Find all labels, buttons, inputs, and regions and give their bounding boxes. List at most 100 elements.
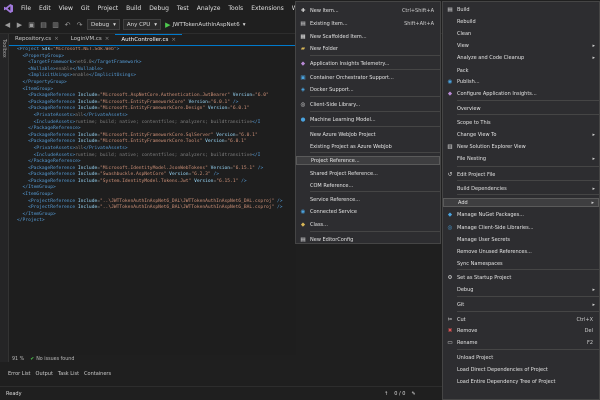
pencil-icon[interactable]: ✎ — [411, 391, 415, 397]
bottom-tab-task-list[interactable]: Task List — [58, 371, 79, 377]
context-menu-item[interactable]: ◎ Manage Client-Side Libraries... — [443, 223, 599, 232]
menu-debug[interactable]: Debug — [145, 5, 173, 12]
back-icon[interactable]: ◀ — [3, 20, 12, 29]
code-token: "6.0.1" — [238, 132, 258, 138]
add-menu-item[interactable]: ◉ Connected Service — [296, 207, 440, 216]
add-menu-item[interactable]: ▦ New Scaffolded Item... — [296, 32, 440, 41]
run-button[interactable]: ▶ JWTTokenAuthInAspNet6 ▾ — [165, 21, 245, 29]
issues-status[interactable]: No issues found — [36, 357, 74, 362]
context-menu-item[interactable]: Git ▸ — [443, 300, 599, 309]
context-menu-item[interactable]: Overview — [443, 104, 599, 113]
code-token: <PackageReference — [17, 178, 78, 184]
menu-git[interactable]: Git — [77, 5, 94, 12]
context-menu-item[interactable]: Analyze and Code Cleanup ▸ — [443, 53, 599, 62]
add-menu-item[interactable]: Shared Project Reference... — [296, 169, 440, 178]
menu-analyze[interactable]: Analyze — [193, 5, 225, 12]
add-menu-item[interactable]: Project Reference... — [296, 156, 440, 165]
context-menu-item[interactable]: ↺ Edit Project File — [443, 170, 599, 179]
context-menu-item[interactable]: View ▸ — [443, 41, 599, 50]
add-menu-item[interactable]: ▣ Container Orchestrator Support... — [296, 73, 440, 82]
context-menu-item[interactable]: ◆ Configure Application Insights... — [443, 89, 599, 98]
forward-icon[interactable]: ▶ — [15, 20, 24, 29]
save-all-icon[interactable]: ▥ — [51, 20, 60, 29]
menu-project[interactable]: Project — [94, 5, 123, 12]
add-menu-item[interactable]: ✚ New Item... Ctrl+Shift+A — [296, 6, 440, 15]
context-menu-item[interactable]: Unload Project — [443, 353, 599, 362]
menu-view[interactable]: View — [55, 5, 77, 12]
add-menu-item[interactable]: ◎ Client-Side Library... — [296, 100, 440, 109]
save-icon[interactable]: ▤ — [39, 20, 48, 29]
context-menu-item[interactable]: Clean — [443, 29, 599, 38]
menu-item-label: Set as Startup Project — [457, 274, 512, 281]
context-menu-item[interactable]: Scope to This — [443, 118, 599, 127]
context-menu-item[interactable]: Load Entire Dependency Tree of Project — [443, 377, 599, 386]
new-file-icon[interactable]: ▣ — [27, 20, 36, 29]
context-menu-item[interactable]: Pack — [443, 66, 599, 75]
context-menu-item[interactable]: ✖ Remove Del — [443, 326, 599, 335]
document-tab[interactable]: LoginVM.cs × — [65, 34, 116, 45]
menu-item-label: Shared Project Reference... — [310, 170, 378, 177]
undo-icon[interactable]: ↶ — [63, 20, 72, 29]
insights-icon: ◆ — [447, 90, 453, 97]
toolbox-sidebar[interactable]: Toolbox — [0, 34, 9, 362]
context-menu-item[interactable]: Rebuild — [443, 17, 599, 26]
context-menu-item[interactable]: Build Dependencies ▸ — [443, 184, 599, 193]
context-menu-item[interactable]: Change View To ▸ — [443, 130, 599, 139]
configuration-dropdown[interactable]: Debug ▾ — [87, 19, 120, 30]
code-editor[interactable]: <Project Sdk="Microsoft.NET.Sdk.Web"> <P… — [9, 47, 296, 355]
document-tab[interactable]: AuthController.cs × — [115, 34, 182, 45]
context-menu-item[interactable]: ⚙ Set as Startup Project — [443, 273, 599, 282]
bottom-tab-containers[interactable]: Containers — [84, 371, 111, 377]
menu-item-label: Debug — [457, 286, 474, 293]
menu-extensions[interactable]: Extensions — [247, 5, 288, 12]
add-menu-item[interactable]: COM Reference... — [296, 181, 440, 190]
add-menu-item[interactable]: Service Reference... — [296, 195, 440, 204]
code-token: Version — [205, 106, 228, 112]
context-menu-item[interactable]: Manage User Secrets — [443, 235, 599, 244]
context-menu-item[interactable]: ◉ Publish... — [443, 77, 599, 86]
document-tab[interactable]: Repository.cs × — [9, 34, 65, 45]
context-menu-item[interactable]: Add ▸ — [443, 198, 599, 207]
add-menu-item[interactable]: Existing Project as Azure WebJob — [296, 142, 440, 151]
zoom-level[interactable]: 91 % — [12, 357, 24, 362]
menu-edit[interactable]: Edit — [35, 5, 55, 12]
close-icon[interactable]: × — [54, 36, 59, 42]
add-menu-item[interactable]: ◆ Class... — [296, 220, 440, 229]
context-menu-item[interactable]: ▤ Build — [443, 5, 599, 14]
arrow-up-icon[interactable]: ↑ — [384, 391, 388, 397]
code-token: "Microsoft.EntityFrameworkCore" — [100, 99, 186, 105]
build-icon: ▤ — [447, 6, 453, 13]
add-menu-item[interactable]: ▤ Existing Item... Shift+Alt+A — [296, 19, 440, 28]
add-menu-item[interactable]: ● Machine Learning Model... — [296, 115, 440, 124]
bottom-tab-output[interactable]: Output — [36, 371, 53, 377]
context-menu-item[interactable]: Sync Namespaces — [443, 259, 599, 268]
menu-item-label: Build Dependencies — [457, 185, 507, 192]
add-menu-item[interactable]: ▤ New EditorConfig — [296, 235, 440, 244]
menu-tools[interactable]: Tools — [224, 5, 247, 12]
bottom-tab-error-list[interactable]: Error List — [8, 371, 31, 377]
add-menu-item[interactable]: ▰ New Folder — [296, 44, 440, 53]
add-menu-item[interactable]: New Azure WebJob Project — [296, 130, 440, 139]
menu-item-label: Container Orchestrator Support... — [310, 74, 394, 81]
menu-item-label: New EditorConfig — [310, 236, 354, 243]
context-menu-item[interactable]: ▥ New Solution Explorer View — [443, 142, 599, 151]
context-menu-item[interactable]: Remove Unused References... — [443, 247, 599, 256]
context-menu-item[interactable]: ▭ Rename F2 — [443, 338, 599, 347]
context-menu-item[interactable]: File Nesting ▸ — [443, 154, 599, 163]
menu-build[interactable]: Build — [122, 5, 145, 12]
menu-file[interactable]: File — [17, 5, 35, 12]
redo-icon[interactable]: ↷ — [75, 20, 84, 29]
code-token: "..\JWTTokenAuthInAspNet6_BAL\JWTTokenAu… — [100, 205, 275, 211]
menu-test[interactable]: Test — [173, 5, 193, 12]
code-token: <PrivateAssets> — [17, 112, 76, 118]
context-menu-item[interactable]: ✂ Cut Ctrl+X — [443, 315, 599, 324]
context-menu-item[interactable]: Load Direct Dependencies of Project — [443, 365, 599, 374]
add-menu-item[interactable]: ◈ Docker Support... — [296, 85, 440, 94]
close-icon[interactable]: × — [171, 37, 176, 43]
add-menu-item[interactable]: ◆ Application Insights Telemetry... — [296, 59, 440, 68]
context-menu-item[interactable]: Debug ▸ — [443, 285, 599, 294]
context-menu-item[interactable]: ◆ Manage NuGet Packages... — [443, 210, 599, 219]
menu-separator — [457, 311, 599, 312]
platform-dropdown[interactable]: Any CPU ▾ — [122, 19, 162, 30]
close-icon[interactable]: × — [105, 36, 110, 42]
